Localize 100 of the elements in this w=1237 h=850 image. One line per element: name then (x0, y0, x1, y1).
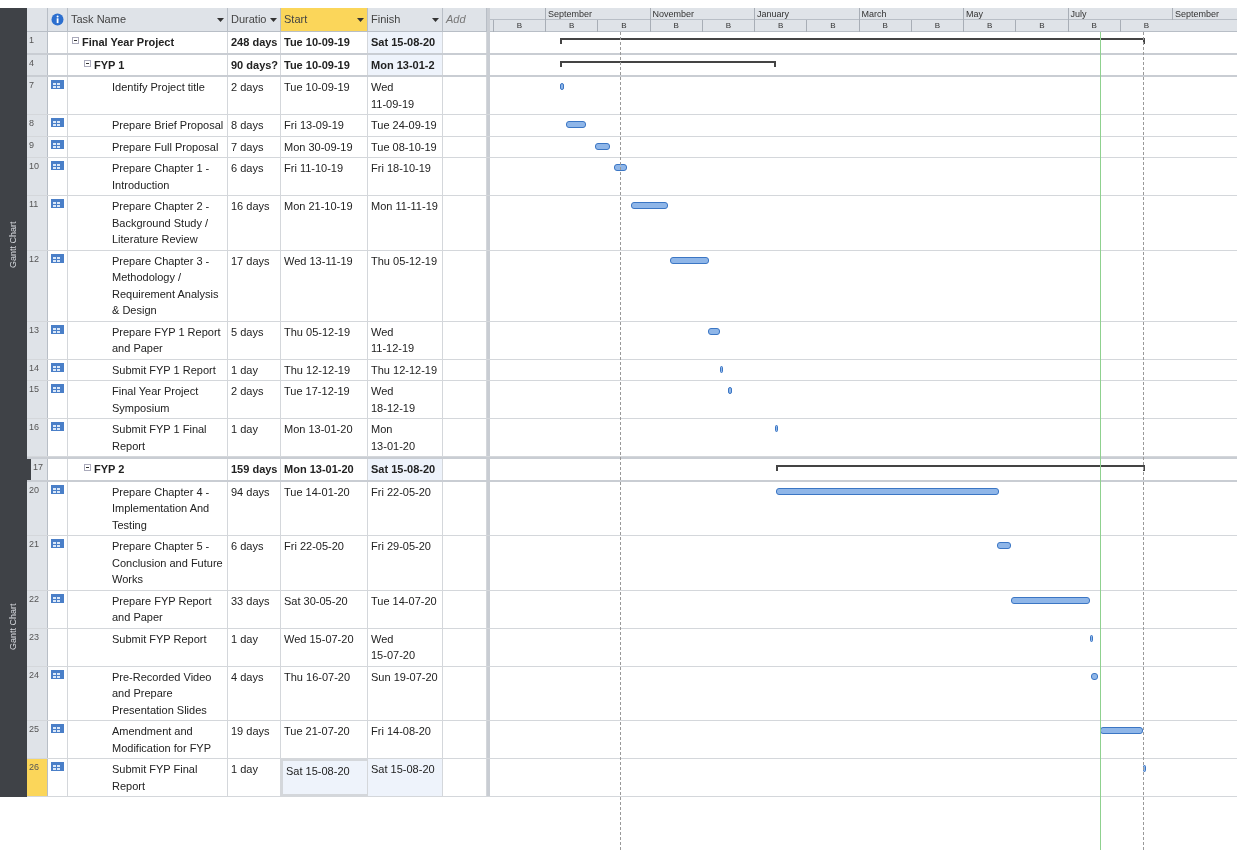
row-number[interactable]: 25 (27, 721, 48, 758)
column-header[interactable] (48, 8, 68, 32)
row-number[interactable]: 1 (27, 32, 48, 53)
calendar-grid-icon (51, 161, 64, 170)
collapse-icon[interactable] (72, 37, 79, 44)
calendar-grid-icon (51, 118, 64, 127)
table-cell: Fri 22-05-20 (281, 536, 368, 590)
task-bar (997, 542, 1011, 549)
collapse-icon[interactable] (84, 464, 91, 471)
task-name: Submit FYP Report (112, 631, 207, 647)
row-number[interactable]: 16 (27, 419, 48, 456)
column-header[interactable]: Add (443, 8, 487, 32)
calendar-grid-icon (51, 362, 64, 372)
table-cell: Fri 14-08-20 (368, 721, 443, 758)
row-number[interactable]: 7 (27, 77, 48, 114)
table-cell: 17 days (228, 250, 281, 321)
dropdown-arrow-icon[interactable] (270, 17, 277, 22)
table-cell: 4 days (228, 666, 281, 720)
task-bar (728, 387, 732, 394)
row-number[interactable]: 24 (27, 666, 48, 720)
column-header[interactable]: Duratio (228, 8, 281, 32)
table-cell: Sat 15-08-20 (368, 459, 443, 480)
table-cell: 5 days (228, 321, 281, 359)
table-cell: Sat 30-05-20 (281, 590, 368, 628)
table-cell: Thu 12-12-19 (368, 359, 443, 380)
timescale-unit: B (858, 19, 911, 32)
column-header[interactable]: Finish (368, 8, 443, 32)
row-number[interactable]: 21 (27, 536, 48, 590)
table-cell: Sun 19-07-20 (368, 666, 443, 720)
dropdown-arrow-icon[interactable] (432, 17, 439, 22)
table-cell: Mon 13-01-2 (368, 54, 443, 75)
row-number[interactable]: 26 (27, 759, 48, 796)
table-cell: Fri 13-09-19 (281, 115, 368, 136)
table-cell: Tue 14-01-20 (281, 481, 368, 535)
calendar-grid-icon (51, 724, 64, 733)
task-name: Prepare FYP 1 Report and Paper (112, 324, 222, 356)
row-number[interactable]: 15 (27, 381, 48, 418)
timescale-unit: B (1119, 19, 1172, 32)
table-cell: 16 days (228, 196, 281, 250)
row-number[interactable]: 14 (27, 359, 48, 380)
calendar-grid-icon (51, 539, 64, 548)
calendar-grid-icon (51, 139, 64, 149)
task-name: Prepare Full Proposal (112, 139, 219, 155)
table-cell: Mon 13-01-20 (368, 419, 443, 456)
row-number[interactable]: 12 (27, 250, 48, 321)
table-cell: Sat 15-08-20 (368, 759, 443, 796)
task-bar (630, 202, 669, 209)
timescale-unit: B (806, 19, 859, 32)
table-cell: Wed 18-12-19 (368, 381, 443, 418)
dropdown-arrow-icon[interactable] (357, 17, 364, 22)
row-number[interactable]: 4 (27, 54, 48, 75)
table-cell: Tue 14-07-20 (368, 590, 443, 628)
table-cell: Tue 24-09-19 (368, 115, 443, 136)
row-number[interactable]: 13 (27, 321, 48, 359)
task-name: Submit FYP 1 Final Report (112, 422, 208, 454)
table-cell: Mon 13-01-20 (281, 419, 368, 456)
table-cell: 2 days (228, 77, 281, 114)
column-header[interactable]: Task Name (68, 8, 228, 32)
side-label: Gantt Chart (6, 603, 19, 651)
column-header[interactable]: Start (281, 8, 368, 32)
task-name: Prepare Chapter 5 - Conclusion and Future Works (112, 539, 224, 587)
calendar-grid-icon (51, 199, 64, 208)
task-name: Prepare Chapter 2 - Background Study / Literature Review (112, 199, 211, 247)
task-bar (719, 365, 723, 373)
row-number[interactable]: 9 (27, 136, 48, 157)
row-number[interactable]: 10 (27, 158, 48, 195)
task-bar (560, 83, 564, 90)
table-cell: 1 day (228, 628, 281, 666)
task-bar (1091, 672, 1099, 680)
table-cell: Wed 15-07-20 (281, 628, 368, 666)
timescale-unit: B (754, 19, 807, 32)
task-bar (613, 164, 628, 171)
table-cell: 33 days (228, 590, 281, 628)
row-number[interactable]: 11 (27, 196, 48, 250)
table-cell: Mon 11-11-19 (368, 196, 443, 250)
collapse-icon[interactable] (84, 59, 91, 67)
row-number[interactable]: 23 (27, 628, 48, 666)
task-bar (707, 327, 720, 335)
info-icon (51, 13, 64, 26)
task-name: Prepare FYP Report and Paper (112, 593, 213, 625)
table-cell: Thu 12-12-19 (281, 359, 368, 380)
table-cell: 2 days (228, 381, 281, 418)
task-name: Submit FYP Final Report (112, 762, 199, 794)
calendar-grid-icon (51, 422, 64, 431)
table-cell: 159 days (228, 459, 281, 480)
row-number[interactable]: 20 (27, 481, 48, 535)
table-cell: Thu 16-07-20 (281, 666, 368, 720)
table-cell: 1 day (228, 419, 281, 456)
row-number[interactable]: 17 (27, 459, 48, 480)
dropdown-arrow-icon[interactable] (217, 17, 224, 22)
timescale-unit: B (1015, 19, 1068, 32)
table-cell: Fri 18-10-19 (368, 158, 443, 195)
table-cell: Tue 10-09-19 (281, 77, 368, 114)
row-number[interactable]: 22 (27, 590, 48, 628)
table-cell: 7 days (228, 136, 281, 157)
task-bar (1142, 765, 1146, 772)
task-name: Prepare Chapter 4 - Implementation And Testing (112, 484, 211, 533)
row-number[interactable]: 8 (27, 115, 48, 136)
side-label: Gantt Chart (6, 221, 19, 268)
task-name: Final Year Project Symposium (112, 384, 200, 416)
